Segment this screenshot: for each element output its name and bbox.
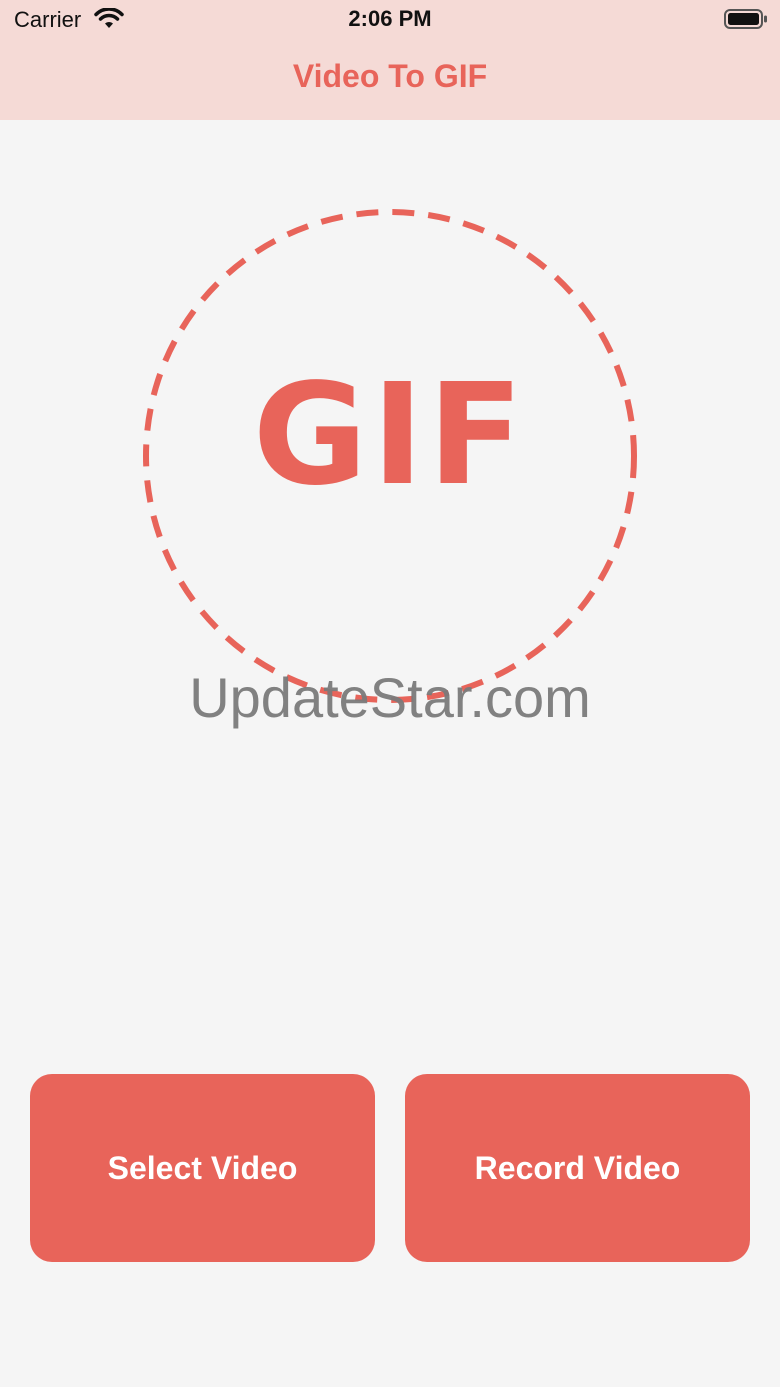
navigation-header: Carrier 2:06 PM Video To GIF bbox=[0, 0, 780, 120]
record-video-button[interactable]: Record Video bbox=[405, 1074, 750, 1262]
status-bar: Carrier 2:06 PM bbox=[0, 0, 780, 40]
record-video-label: Record Video bbox=[474, 1149, 681, 1186]
battery-icon bbox=[724, 9, 767, 29]
select-video-button[interactable]: Select Video bbox=[30, 1074, 375, 1262]
watermark: UpdateStar.com bbox=[189, 666, 591, 729]
gif-logo-text: GIF bbox=[252, 354, 528, 517]
main-content: GIF UpdateStar.com Select Video Record V… bbox=[0, 120, 780, 1387]
select-video-label: Select Video bbox=[107, 1149, 298, 1186]
status-time: 2:06 PM bbox=[348, 6, 432, 31]
page-title: Video To GIF bbox=[292, 58, 488, 94]
